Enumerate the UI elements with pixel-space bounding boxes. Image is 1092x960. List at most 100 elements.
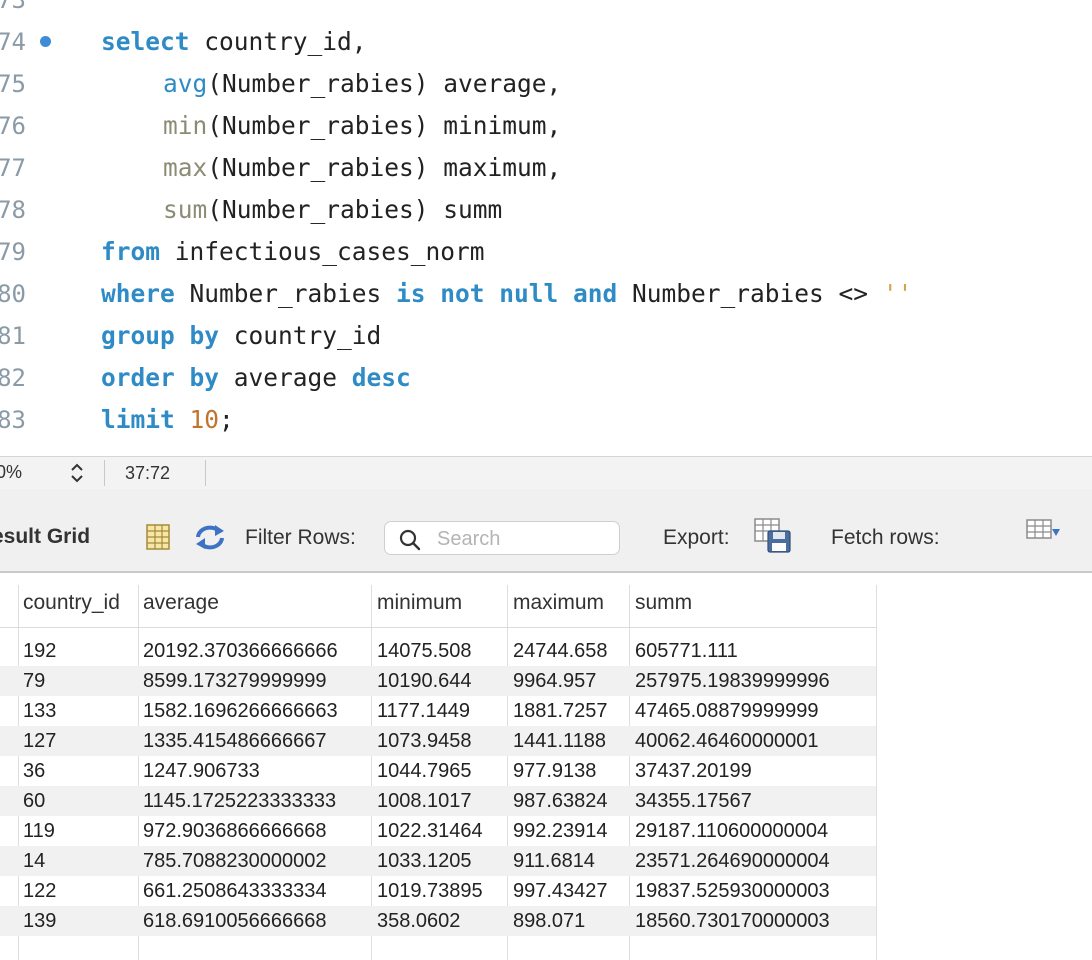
editor-line[interactable]: 78 sum(Number_rabies) summ [0,189,1092,231]
cell-average[interactable]: 8599.173279999999 [143,669,327,693]
code-text[interactable]: where Number_rabies is not null and Numb… [101,273,912,315]
cell-maximum[interactable]: 898.071 [513,909,585,933]
code-text[interactable]: avg(Number_rabies) average, [163,63,561,105]
cell-minimum[interactable]: 10190.644 [377,669,472,693]
cell-summ[interactable]: 605771.111 [635,639,738,663]
editor-line[interactable]: 76 min(Number_rabies) minimum, [0,105,1092,147]
cell-summ[interactable]: 257975.19839999996 [635,669,830,693]
cell-minimum[interactable]: 1019.73895 [377,879,483,903]
editor-line[interactable]: 74 select country_id, [0,21,1092,63]
editor-line[interactable]: 80 where Number_rabies is not null and N… [0,273,1092,315]
line-number: 81 [0,322,26,350]
result-grid[interactable]: country_id average minimum maximum summ … [0,573,1092,960]
cell-summ[interactable]: 29187.110600000004 [635,819,828,843]
code-text[interactable]: from infectious_cases_norm [101,231,485,273]
table-row[interactable]: 139 618.6910056666668 358.0602 898.071 1… [0,906,876,936]
statement-marker-icon[interactable] [40,36,51,47]
table-row[interactable]: 192 20192.370366666666 14075.508 24744.6… [0,636,876,666]
table-row[interactable]: 60 1145.1725223333333 1008.1017 987.6382… [0,786,876,816]
code-text[interactable]: min(Number_rabies) minimum, [163,105,561,147]
column-header-maximum[interactable]: maximum [513,591,604,615]
cell-minimum[interactable]: 1022.31464 [377,819,483,843]
cell-country-id[interactable]: 36 [23,759,45,783]
cell-maximum[interactable]: 9964.957 [513,669,596,693]
filter-search-box[interactable] [384,521,620,555]
keyword-token: group by [101,321,220,350]
column-header-country-id[interactable]: country_id [23,591,120,615]
code-text[interactable]: max(Number_rabies) maximum, [163,147,561,189]
editor-line[interactable]: 81 group by country_id [0,315,1092,357]
sql-editor[interactable]: 73 74 select country_id, 75 avg(Number_r… [0,0,1092,456]
cell-average[interactable]: 20192.370366666666 [143,639,338,663]
cell-minimum[interactable]: 358.0602 [377,909,460,933]
result-grid-tab[interactable]: esult Grid [0,525,90,549]
editor-line[interactable]: 83 limit 10; [0,399,1092,441]
export-icon[interactable] [754,518,792,559]
cell-average[interactable]: 785.7088230000002 [143,849,327,873]
code-text[interactable]: group by country_id [101,315,381,357]
cell-country-id[interactable]: 119 [23,819,55,843]
cell-minimum[interactable]: 14075.508 [377,639,472,663]
table-row[interactable]: 14 785.7088230000002 1033.1205 911.6814 … [0,846,876,876]
cell-minimum[interactable]: 1073.9458 [377,729,472,753]
column-divider[interactable] [876,585,877,960]
code-text[interactable]: limit 10; [101,399,234,441]
table-row[interactable]: 119 972.9036866666668 1022.31464 992.239… [0,816,876,846]
table-row[interactable]: 133 1582.1696266666663 1177.1449 1881.72… [0,696,876,726]
cell-average[interactable]: 972.9036866666668 [143,819,327,843]
cell-country-id[interactable]: 122 [23,879,56,903]
fetch-rows-icon[interactable] [1026,519,1062,552]
editor-line[interactable]: 79 from infectious_cases_norm [0,231,1092,273]
table-row[interactable]: 36 1247.906733 1044.7965 977.9138 37437.… [0,756,876,786]
search-input[interactable] [437,528,607,551]
cell-summ[interactable]: 40062.46460000001 [635,729,819,753]
table-row[interactable]: 122 661.2508643333334 1019.73895 997.434… [0,876,876,906]
cell-average[interactable]: 1335.415486666667 [143,729,327,753]
cell-minimum[interactable]: 1044.7965 [377,759,472,783]
cell-minimum[interactable]: 1177.1449 [377,699,470,723]
cell-country-id[interactable]: 127 [23,729,56,753]
cell-summ[interactable]: 37437.20199 [635,759,752,783]
cell-minimum[interactable]: 1033.1205 [377,849,472,873]
cell-summ[interactable]: 19837.525930000003 [635,879,830,903]
cell-average[interactable]: 1582.1696266666663 [143,699,338,723]
table-row[interactable]: 127 1335.415486666667 1073.9458 1441.118… [0,726,876,756]
cell-average[interactable]: 661.2508643333334 [143,879,327,903]
code-text[interactable]: sum(Number_rabies) summ [163,189,502,231]
column-header-summ[interactable]: summ [635,591,692,615]
cell-maximum[interactable]: 1881.7257 [513,699,608,723]
cell-country-id[interactable]: 133 [23,699,56,723]
cell-maximum[interactable]: 997.43427 [513,879,608,903]
zoom-stepper[interactable] [70,462,84,484]
cell-minimum[interactable]: 1008.1017 [377,789,472,813]
cell-summ[interactable]: 23571.264690000004 [635,849,830,873]
editor-line[interactable]: 82 order by average desc [0,357,1092,399]
cell-maximum[interactable]: 977.9138 [513,759,596,783]
table-row[interactable]: 79 8599.173279999999 10190.644 9964.957 … [0,666,876,696]
cell-average[interactable]: 1247.906733 [143,759,260,783]
grid-icon[interactable] [146,524,172,555]
cell-summ[interactable]: 47465.08879999999 [635,699,819,723]
column-header-minimum[interactable]: minimum [377,591,462,615]
cell-country-id[interactable]: 60 [23,789,45,813]
cell-country-id[interactable]: 79 [23,669,45,693]
cell-maximum[interactable]: 24744.658 [513,639,608,663]
cell-average[interactable]: 618.6910056666668 [143,909,327,933]
cell-maximum[interactable]: 987.63824 [513,789,608,813]
cell-summ[interactable]: 18560.730170000003 [635,909,830,933]
cell-summ[interactable]: 34355.17567 [635,789,752,813]
cell-country-id[interactable]: 139 [23,909,56,933]
cell-maximum[interactable]: 1441.1188 [513,729,606,753]
cell-maximum[interactable]: 992.23914 [513,819,608,843]
code-text[interactable]: select country_id, [101,21,367,63]
column-header-average[interactable]: average [143,591,219,615]
cell-maximum[interactable]: 911.6814 [513,849,595,873]
refresh-icon[interactable] [193,523,227,556]
cell-country-id[interactable]: 14 [23,849,45,873]
code-text[interactable]: order by average desc [101,357,411,399]
editor-line[interactable]: 77 max(Number_rabies) maximum, [0,147,1092,189]
cell-average[interactable]: 1145.1725223333333 [143,789,336,813]
editor-line[interactable]: 75 avg(Number_rabies) average, [0,63,1092,105]
code-token: (Number_rabies) summ [207,195,503,224]
cell-country-id[interactable]: 192 [23,639,56,663]
